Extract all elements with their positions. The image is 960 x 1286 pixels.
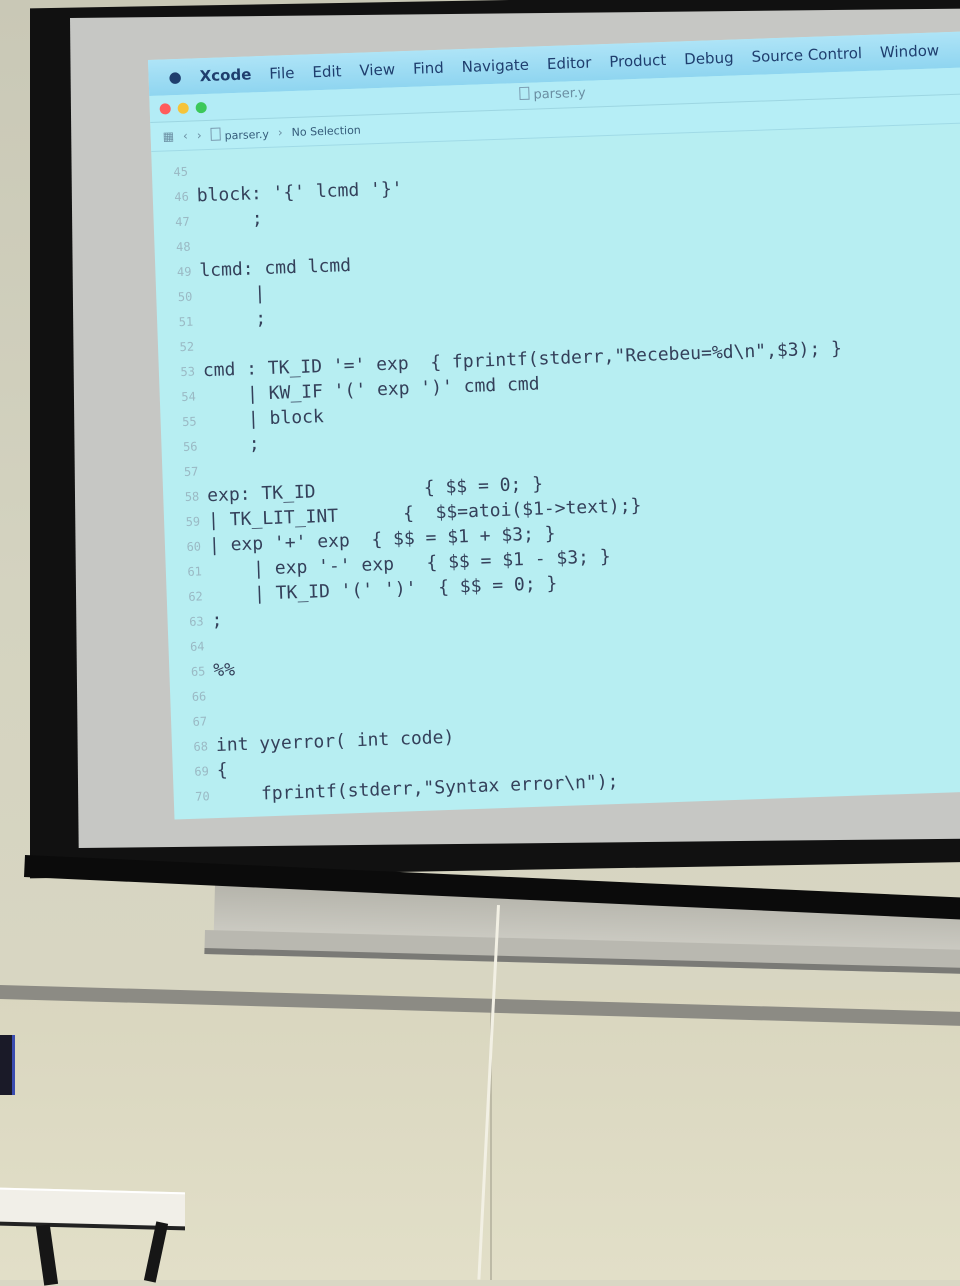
window-title-text: parser.y: [533, 85, 587, 103]
line-number: 54: [181, 389, 197, 404]
file-icon: [210, 127, 221, 141]
line-number: 47: [174, 214, 190, 229]
line-number: 45: [173, 164, 189, 179]
xcode-window: ● Xcode File Edit View Find Navigate Edi…: [148, 31, 960, 820]
line-number: 56: [182, 439, 198, 454]
code-text: %%: [212, 659, 236, 682]
menu-window[interactable]: Window: [880, 41, 940, 61]
line-number: 68: [193, 738, 209, 754]
line-number: 64: [189, 638, 205, 654]
line-number: 46: [174, 189, 190, 204]
menu-app[interactable]: Xcode: [199, 65, 251, 85]
line-number: 67: [192, 713, 208, 729]
code-text: ;: [200, 308, 267, 332]
back-arrow-icon[interactable]: ‹: [183, 129, 188, 143]
line-number: 48: [175, 239, 191, 254]
forward-arrow-icon[interactable]: ›: [197, 128, 202, 142]
code-text: |: [199, 283, 266, 307]
line-number: 63: [188, 613, 204, 629]
zoom-button[interactable]: [195, 101, 207, 113]
line-number: 53: [180, 364, 196, 379]
menu-source-control[interactable]: Source Control: [751, 44, 862, 66]
jumpbar-file[interactable]: parser.y: [210, 125, 269, 142]
chevron-right-icon: ›: [277, 125, 283, 140]
menu-editor[interactable]: Editor: [547, 54, 592, 74]
laptop-edge: [0, 1035, 15, 1095]
window-title: parser.y: [519, 85, 586, 103]
menu-file[interactable]: File: [269, 64, 295, 83]
menu-product[interactable]: Product: [609, 51, 667, 71]
document-icon: [519, 86, 530, 101]
code-text: ;: [211, 609, 223, 632]
line-number: 70: [195, 788, 210, 804]
line-number: 55: [181, 414, 197, 429]
line-number: 62: [188, 588, 203, 604]
line-number: 58: [184, 488, 200, 504]
menu-navigate[interactable]: Navigate: [461, 56, 529, 76]
code-text: ;: [197, 208, 264, 232]
line-number: 61: [187, 563, 203, 579]
line-number: 52: [179, 339, 195, 354]
code-text: ;: [205, 433, 261, 457]
minimize-button[interactable]: [177, 102, 189, 114]
menu-debug[interactable]: Debug: [684, 49, 734, 69]
code-editor[interactable]: 45 46 block: '{' lcmd '}' 47 ; 48 49 lcmd: cmd…: [151, 123, 960, 810]
line-number: 51: [178, 314, 194, 329]
code-text: | block: [204, 406, 325, 432]
line-number: 69: [194, 763, 210, 779]
jumpbar-selection[interactable]: No Selection: [291, 123, 361, 138]
related-items-icon[interactable]: ▦: [162, 129, 174, 143]
line-number: 60: [186, 538, 202, 554]
line-number: 65: [190, 663, 206, 679]
line-number: 50: [177, 289, 193, 304]
menu-find[interactable]: Find: [413, 59, 444, 78]
close-button[interactable]: [159, 102, 171, 115]
menu-edit[interactable]: Edit: [312, 62, 342, 81]
apple-icon[interactable]: ●: [168, 68, 182, 86]
menu-view[interactable]: View: [359, 60, 395, 79]
line-number: 59: [185, 513, 201, 529]
code-text: lcmd: cmd lcmd: [199, 255, 352, 282]
line-number: 66: [191, 688, 207, 704]
line-number: 49: [176, 264, 192, 279]
code-text: {: [216, 759, 229, 782]
jumpbar-file-label: parser.y: [224, 127, 270, 142]
line-number: 57: [183, 463, 199, 479]
